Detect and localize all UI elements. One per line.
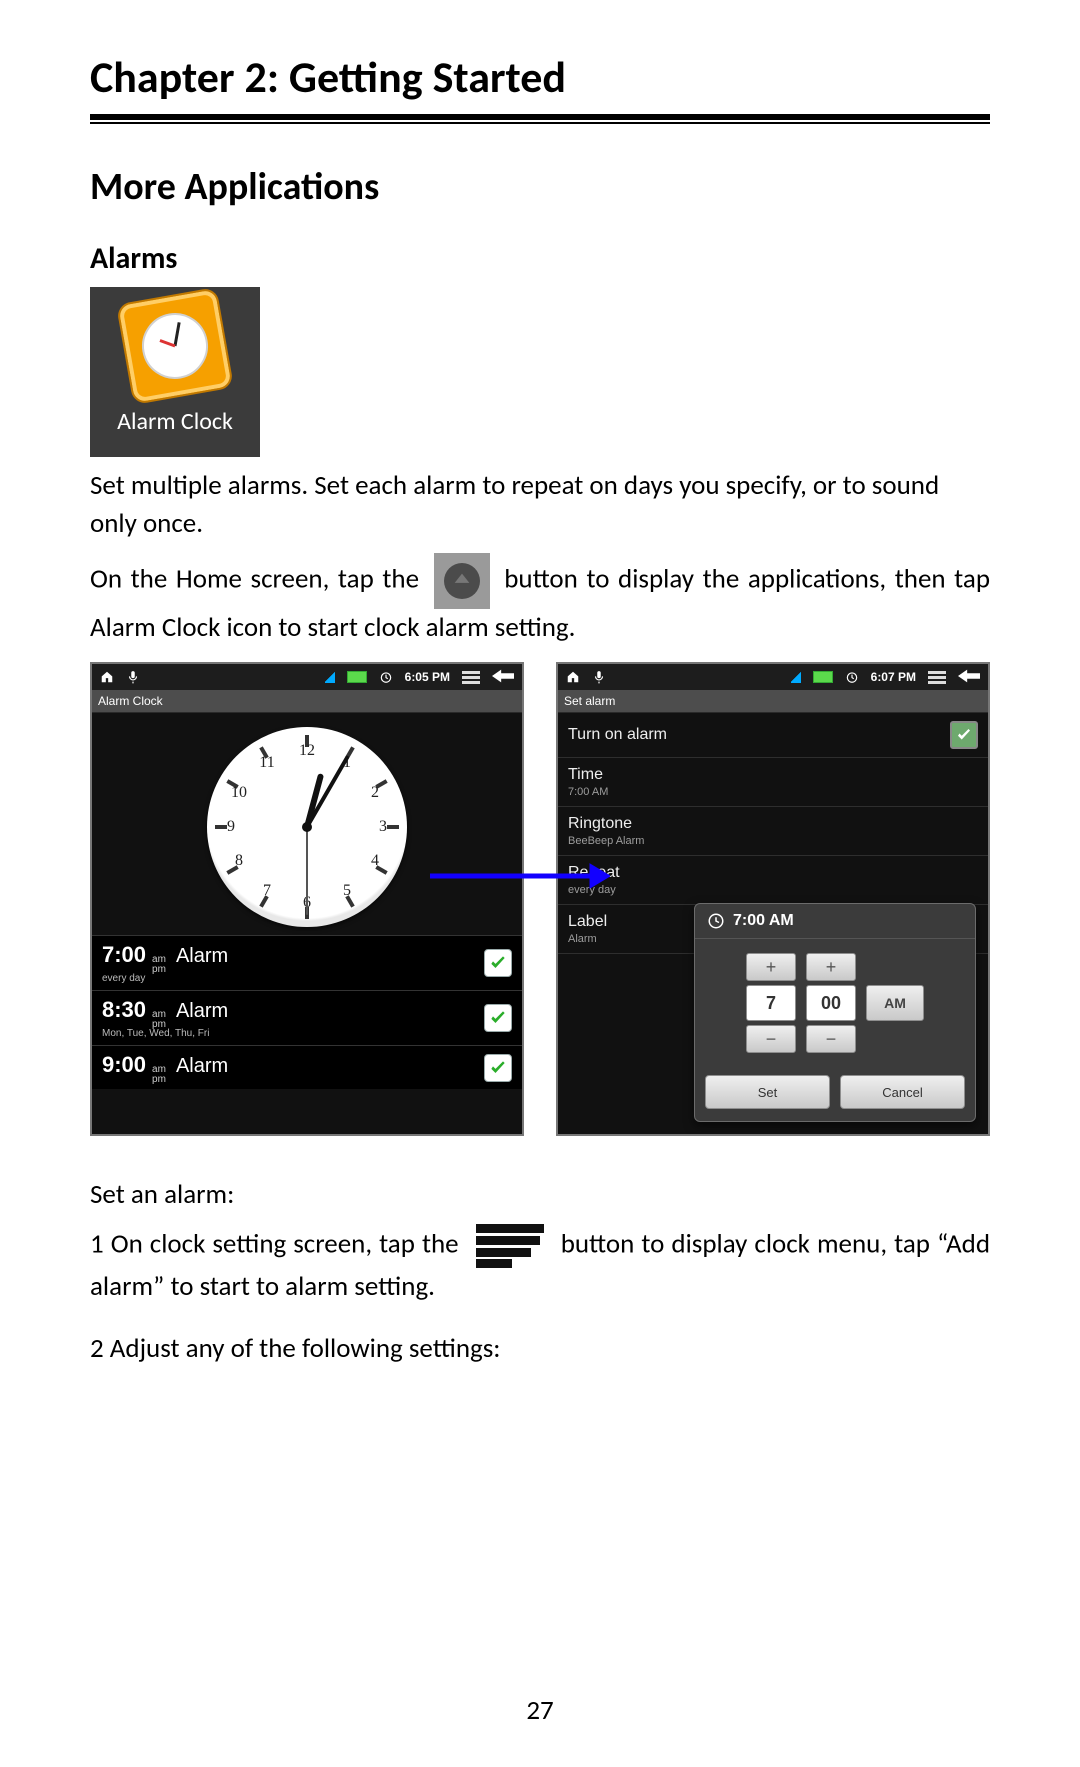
alarm-time: 7:00 (102, 942, 146, 968)
clock-num-12: 12 (299, 742, 315, 760)
alarm-label: Alarm (176, 945, 228, 968)
setting-repeat[interactable]: Repeat every day (558, 856, 988, 905)
step-1-paragraph: 1 On clock setting screen, tap the butto… (90, 1224, 990, 1306)
step-2-paragraph: 2 Adjust any of the following settings: (90, 1330, 990, 1368)
section-title: More Applications (90, 164, 990, 210)
alarm-days: Mon, Tue, Wed, Thu, Fri (102, 1028, 228, 1039)
menu-button-icon (476, 1224, 544, 1268)
status-time: 6:07 PM (871, 670, 916, 684)
setting-title: Turn on alarm (568, 726, 667, 744)
chapter-rule-thin (90, 122, 990, 124)
para2-part-a: On the Home screen, tap the (90, 562, 419, 595)
menu-icon (928, 671, 946, 684)
status-bar: 6:07 PM (558, 664, 988, 690)
ampm-toggle-button[interactable]: AM (866, 985, 924, 1021)
screenshots-row: 6:05 PM Alarm Clock (90, 662, 990, 1136)
setting-title: Ringtone (568, 815, 644, 833)
clock-icon (707, 912, 725, 930)
clock-num-9: 9 (227, 818, 235, 836)
clock-num-7: 7 (263, 882, 271, 900)
home-icon (100, 670, 114, 684)
subsection-title: Alarms (90, 240, 990, 277)
status-bar: 6:05 PM (92, 664, 522, 690)
alarm-time: 9:00 (102, 1052, 146, 1078)
blue-arrow-icon (430, 856, 610, 896)
clock-num-5: 5 (343, 882, 351, 900)
minute-value[interactable]: 00 (806, 985, 856, 1021)
clock-num-3: 3 (379, 818, 387, 836)
turn-on-alarm-checkbox[interactable] (950, 721, 978, 749)
page-number: 27 (0, 1694, 1080, 1727)
alarm-enabled-checkbox[interactable] (484, 1004, 512, 1032)
setting-subtitle: Alarm (568, 933, 607, 945)
menu-icon (462, 671, 480, 684)
hour-spinner: + 7 − (746, 953, 796, 1053)
setting-title: Label (568, 913, 607, 931)
chapter-rule-thick (90, 114, 990, 120)
alarm-clock-app-tile: Alarm Clock (90, 287, 260, 457)
screenshot-set-alarm: 6:07 PM Set alarm Turn on alarm Time 7:0… (556, 662, 990, 1136)
set-button[interactable]: Set (705, 1075, 830, 1109)
second-hand (306, 827, 308, 915)
setting-title: Time (568, 766, 608, 784)
clock-num-10: 10 (231, 784, 247, 802)
alarm-enabled-checkbox[interactable] (484, 1054, 512, 1082)
back-icon (492, 669, 514, 686)
signal-icon (325, 671, 335, 683)
alarm-label: Alarm (176, 1000, 228, 1023)
clock-face-icon (137, 308, 213, 384)
cancel-button[interactable]: Cancel (840, 1075, 965, 1109)
alarm-enabled-checkbox[interactable] (484, 949, 512, 977)
mic-icon (126, 670, 140, 684)
app-tile-label: Alarm Clock (117, 407, 233, 436)
app-drawer-button-icon (434, 553, 490, 609)
clock-num-8: 8 (235, 852, 243, 870)
alarm-label: Alarm (176, 1055, 228, 1078)
mic-icon (592, 670, 606, 684)
minute-spinner: + 00 − (806, 953, 856, 1053)
dialog-title: 7:00 AM (733, 912, 794, 930)
alarm-row[interactable]: 8:30 ampm Alarm Mon, Tue, Wed, Thu, Fri (92, 990, 522, 1045)
minute-plus-button[interactable]: + (806, 953, 856, 981)
step1-part-a: 1 On clock setting screen, tap the (90, 1228, 459, 1261)
status-time: 6:05 PM (405, 670, 450, 684)
alarm-row[interactable]: 7:00 ampm Alarm every day (92, 935, 522, 990)
back-icon (958, 669, 980, 686)
hour-plus-button[interactable]: + (746, 953, 796, 981)
setting-subtitle: 7:00 AM (568, 786, 608, 798)
alarm-row[interactable]: 9:00 ampm Alarm (92, 1045, 522, 1089)
battery-icon (347, 671, 367, 683)
set-an-alarm-heading: Set an alarm: (90, 1176, 990, 1214)
clock-pin (302, 822, 312, 832)
battery-icon (813, 671, 833, 683)
analog-clock: 12 1 2 3 4 5 6 7 8 9 10 11 (92, 713, 522, 935)
alarm-time: 8:30 (102, 997, 146, 1023)
intro-paragraph: Set multiple alarms. Set each alarm to r… (90, 467, 990, 543)
alarm-ampm-pm: pm (152, 1075, 166, 1085)
chapter-title: Chapter 2: Getting Started (90, 50, 990, 104)
clock-num-11: 11 (259, 754, 274, 772)
setting-time[interactable]: Time 7:00 AM (558, 758, 988, 807)
home-screen-paragraph: On the Home screen, tap the button to di… (90, 553, 990, 647)
setting-subtitle: BeeBeep Alarm (568, 835, 644, 847)
signal-icon (791, 671, 801, 683)
alarm-status-icon (379, 670, 393, 684)
alarm-status-icon (845, 670, 859, 684)
alarm-clock-icon (116, 287, 234, 405)
time-picker-dialog: 7:00 AM + 7 − + 00 − AM Set (694, 903, 976, 1122)
screenshot-alarm-list: 6:05 PM Alarm Clock (90, 662, 524, 1136)
home-icon (566, 670, 580, 684)
hour-minus-button[interactable]: − (746, 1025, 796, 1053)
setting-turn-on-alarm[interactable]: Turn on alarm (558, 713, 988, 758)
setting-ringtone[interactable]: Ringtone BeeBeep Alarm (558, 807, 988, 856)
window-title: Alarm Clock (92, 690, 522, 713)
clock-num-4: 4 (371, 852, 379, 870)
clock-num-2: 2 (371, 784, 379, 802)
window-title: Set alarm (558, 690, 988, 713)
minute-minus-button[interactable]: − (806, 1025, 856, 1053)
hour-value[interactable]: 7 (746, 985, 796, 1021)
alarm-ampm-pm: pm (152, 965, 166, 975)
